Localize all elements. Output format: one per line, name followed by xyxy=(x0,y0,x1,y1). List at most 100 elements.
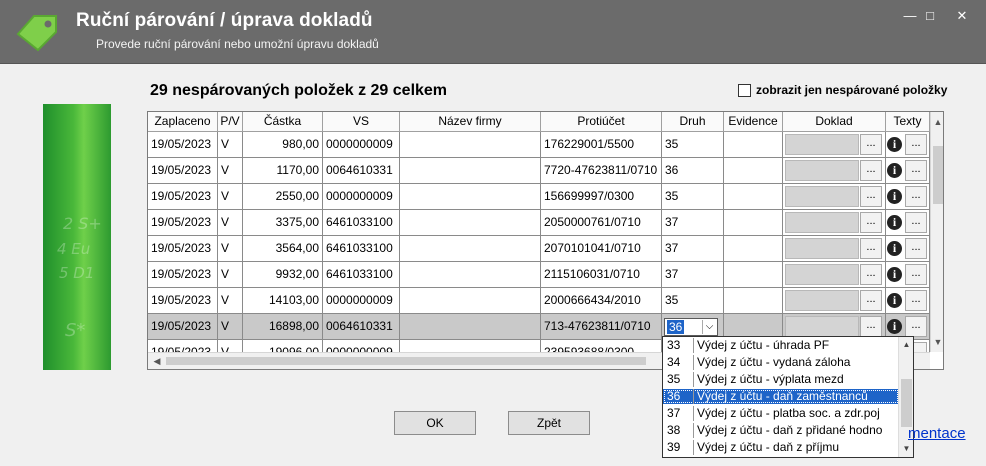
cell-type[interactable]: 37 xyxy=(662,210,724,236)
dropdown-option[interactable]: 36 Výdej z účtu - daň zaměstnanců xyxy=(663,389,899,404)
table-row[interactable]: 19/05/2023 V 2550,00 0000000009 156699997/03… xyxy=(148,184,930,210)
info-icon[interactable]: i xyxy=(887,163,902,178)
cell-pv[interactable]: V xyxy=(218,314,243,340)
cell-evidence[interactable] xyxy=(724,262,783,288)
cell-vs[interactable]: 0000000009 xyxy=(323,288,400,314)
cell-account[interactable]: 2000666434/2010 xyxy=(541,288,662,314)
cell-company[interactable] xyxy=(400,236,541,262)
document-field[interactable] xyxy=(785,134,859,155)
cell-company[interactable] xyxy=(400,314,541,340)
document-field[interactable] xyxy=(785,264,859,285)
scroll-thumb[interactable] xyxy=(933,146,943,204)
cell-vs[interactable]: 6461033100 xyxy=(323,236,400,262)
type-combobox[interactable]: 36 ⌵ xyxy=(664,318,718,336)
col-header-amount[interactable]: Částka xyxy=(243,112,323,132)
dropdown-scroll-up-icon[interactable]: ▲ xyxy=(899,338,913,352)
col-header-date[interactable]: Zaplaceno xyxy=(148,112,218,132)
cell-type[interactable]: 37 xyxy=(662,262,724,288)
cell-vs[interactable]: 0064610331 xyxy=(323,314,400,340)
texts-browse-button[interactable]: ... xyxy=(905,264,927,285)
dropdown-option[interactable]: 33 Výdej z účtu - úhrada PF xyxy=(663,338,899,353)
info-icon[interactable]: i xyxy=(887,267,902,282)
info-icon[interactable]: i xyxy=(887,215,902,230)
cell-type[interactable]: 37 xyxy=(662,236,724,262)
grid-vertical-scrollbar[interactable]: ▲ ▼ xyxy=(930,112,943,352)
cell-company[interactable] xyxy=(400,132,541,158)
dropdown-scroll-down-icon[interactable]: ▼ xyxy=(899,442,913,456)
cell-account[interactable]: 7720-47623811/0710 xyxy=(541,158,662,184)
cell-evidence[interactable] xyxy=(724,158,783,184)
document-browse-button[interactable]: ... xyxy=(860,134,882,155)
dropdown-option[interactable]: 35 Výdej z účtu - výplata mezd xyxy=(663,372,899,387)
cell-amount[interactable]: 9932,00 xyxy=(243,262,323,288)
dropdown-option[interactable]: 34 Výdej z účtu - vydaná záloha xyxy=(663,355,899,370)
document-field[interactable] xyxy=(785,186,859,207)
cell-amount[interactable]: 2550,00 xyxy=(243,184,323,210)
cell-account[interactable]: 176229001/5500 xyxy=(541,132,662,158)
document-browse-button[interactable]: ... xyxy=(860,290,882,311)
document-browse-button[interactable]: ... xyxy=(860,186,882,207)
dropdown-option[interactable]: 39 Výdej z účtu - daň z příjmu xyxy=(663,440,899,455)
cell-pv[interactable]: V xyxy=(218,184,243,210)
col-header-type[interactable]: Druh xyxy=(662,112,724,132)
cell-date[interactable]: 19/05/2023 xyxy=(148,262,218,288)
cell-account[interactable]: 156699997/0300 xyxy=(541,184,662,210)
cell-date[interactable]: 19/05/2023 xyxy=(148,210,218,236)
cell-date[interactable]: 19/05/2023 xyxy=(148,132,218,158)
type-dropdown-list[interactable]: 33 Výdej z účtu - úhrada PF 34 Výdej z účtu… xyxy=(662,336,914,458)
scroll-up-icon[interactable]: ▲ xyxy=(931,114,943,130)
document-field[interactable] xyxy=(785,238,859,259)
col-header-evidence[interactable]: Evidence xyxy=(724,112,783,132)
cell-vs[interactable]: 0064610331 xyxy=(323,158,400,184)
scroll-thumb-horizontal[interactable] xyxy=(166,357,646,365)
document-field[interactable] xyxy=(785,160,859,181)
col-header-account[interactable]: Protiúčet xyxy=(541,112,662,132)
document-browse-button[interactable]: ... xyxy=(860,160,882,181)
info-icon[interactable]: i xyxy=(887,293,902,308)
maximize-button[interactable]: □ xyxy=(922,8,938,24)
cell-type[interactable]: 35 xyxy=(662,184,724,210)
cell-date[interactable]: 19/05/2023 xyxy=(148,236,218,262)
ok-button[interactable]: OK xyxy=(394,411,476,435)
table-row[interactable]: 19/05/2023 V 980,00 0000000009 176229001/550… xyxy=(148,132,930,158)
table-row[interactable]: 19/05/2023 V 3375,00 6461033100 2050000761/0… xyxy=(148,210,930,236)
col-header-document[interactable]: Doklad xyxy=(783,112,886,132)
cell-pv[interactable]: V xyxy=(218,210,243,236)
cell-company[interactable] xyxy=(400,158,541,184)
minimize-button[interactable]: — xyxy=(902,8,918,24)
document-browse-button[interactable]: ... xyxy=(860,264,882,285)
cell-evidence[interactable] xyxy=(724,184,783,210)
cell-vs[interactable]: 6461033100 xyxy=(323,210,400,236)
document-browse-button[interactable]: ... xyxy=(860,238,882,259)
cell-pv[interactable]: V xyxy=(218,132,243,158)
info-icon[interactable]: i xyxy=(887,189,902,204)
chevron-down-icon[interactable]: ⌵ xyxy=(702,320,716,334)
cell-amount[interactable]: 3375,00 xyxy=(243,210,323,236)
table-row[interactable]: 19/05/2023 V 1170,00 0064610331 7720-4762381… xyxy=(148,158,930,184)
cell-vs[interactable]: 6461033100 xyxy=(323,262,400,288)
dropdown-option[interactable]: 38 Výdej z účtu - daň z přidané hodno xyxy=(663,423,899,438)
cell-date[interactable]: 19/05/2023 xyxy=(148,158,218,184)
cell-pv[interactable]: V xyxy=(218,236,243,262)
cell-pv[interactable]: V xyxy=(218,288,243,314)
cell-evidence[interactable] xyxy=(724,210,783,236)
cell-type[interactable]: 36 xyxy=(662,158,724,184)
texts-browse-button[interactable]: ... xyxy=(905,212,927,233)
cell-company[interactable] xyxy=(400,184,541,210)
checkbox[interactable] xyxy=(738,83,751,97)
cell-amount[interactable]: 16898,00 xyxy=(243,314,323,340)
cell-company[interactable] xyxy=(400,210,541,236)
col-header-vs[interactable]: VS xyxy=(323,112,400,132)
info-icon[interactable]: i xyxy=(887,319,902,334)
texts-browse-button[interactable]: ... xyxy=(905,134,927,155)
cell-pv[interactable]: V xyxy=(218,158,243,184)
cell-amount[interactable]: 3564,00 xyxy=(243,236,323,262)
cell-account[interactable]: 2115106031/0710 xyxy=(541,262,662,288)
texts-browse-button[interactable]: ... xyxy=(905,290,927,311)
texts-browse-button[interactable]: ... xyxy=(905,238,927,259)
dropdown-option[interactable]: 37 Výdej z účtu - platba soc. a zdr.poj xyxy=(663,406,899,421)
cell-account[interactable]: 2050000761/0710 xyxy=(541,210,662,236)
document-field[interactable] xyxy=(785,290,859,311)
cell-amount[interactable]: 1170,00 xyxy=(243,158,323,184)
cell-evidence[interactable] xyxy=(724,236,783,262)
